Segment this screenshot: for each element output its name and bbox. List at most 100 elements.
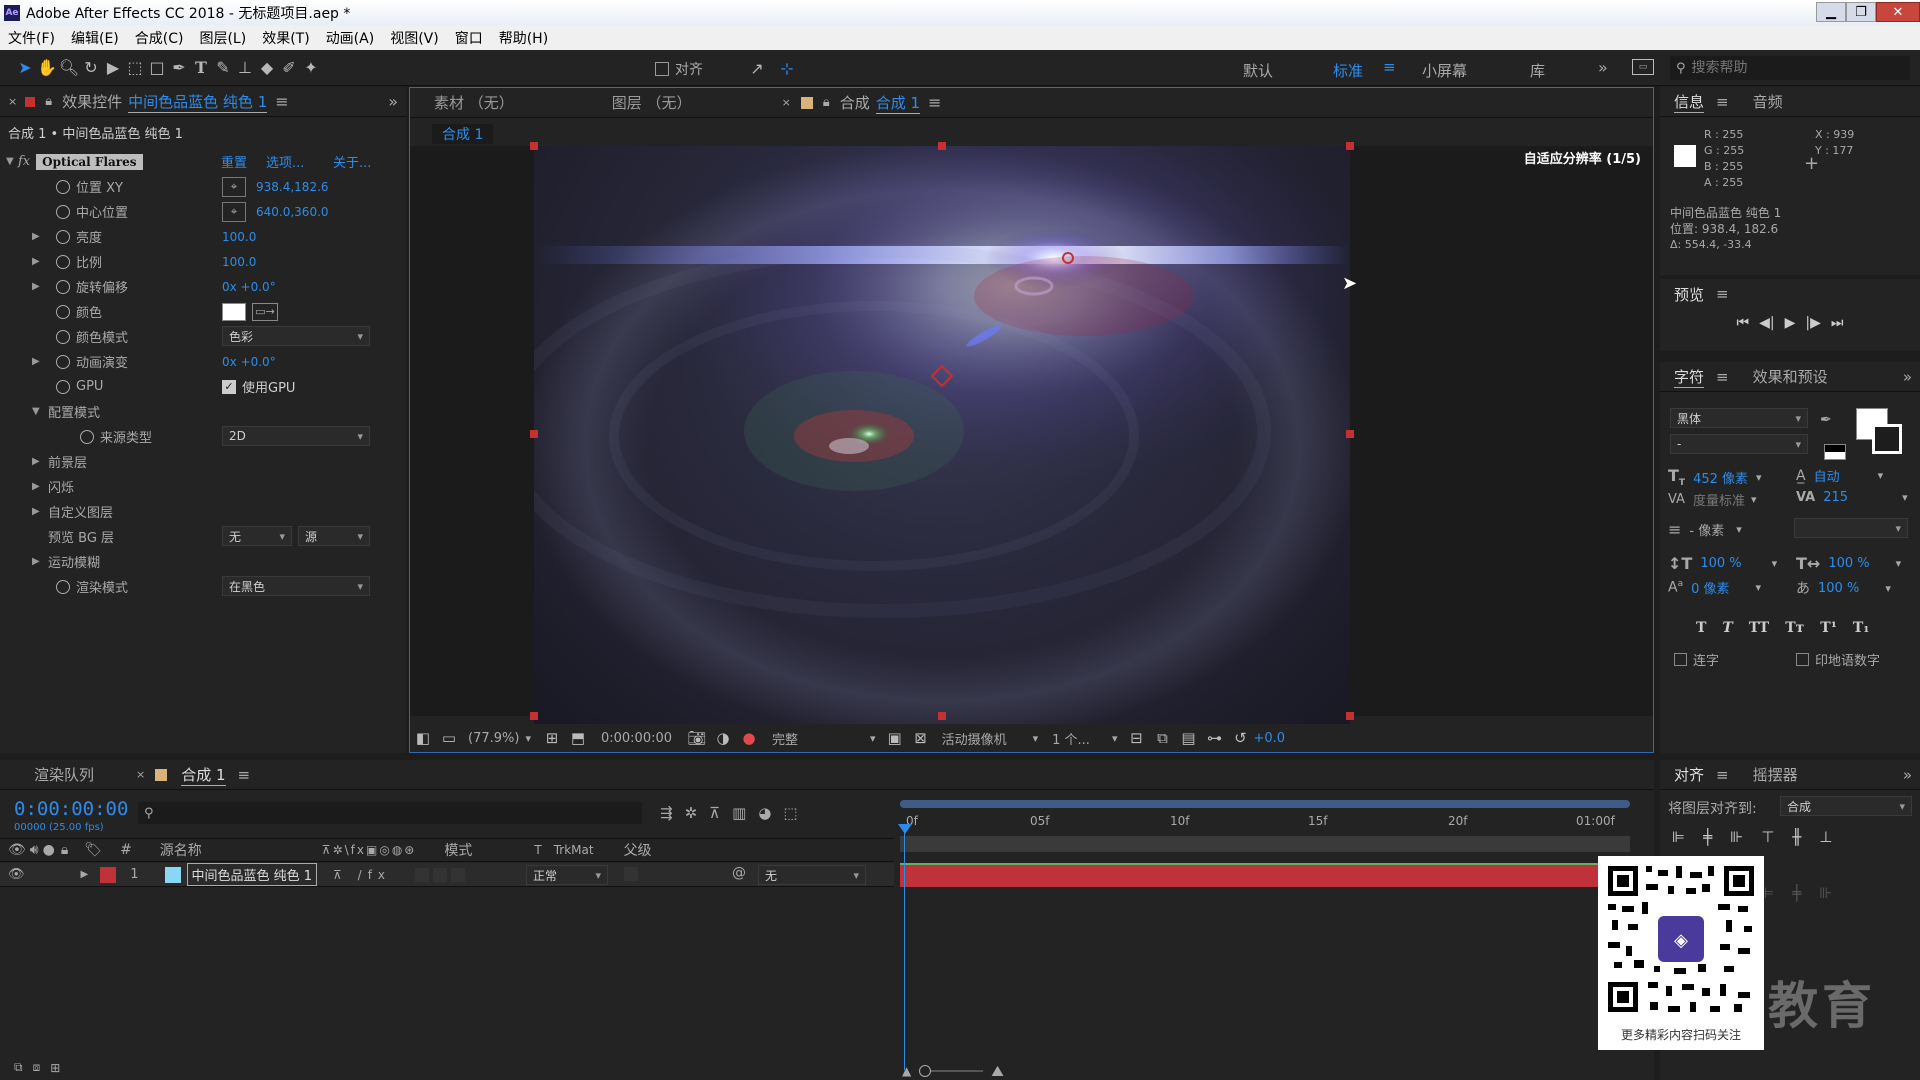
panel-menu-icon[interactable]: ≡: [1716, 93, 1729, 111]
region-of-interest-icon[interactable]: ▣: [882, 727, 908, 749]
draft-3d-icon[interactable]: ✲: [685, 804, 698, 822]
layer-switches-toggle-icon[interactable]: ⧉: [14, 1060, 23, 1075]
source-type-dropdown[interactable]: 2D: [222, 426, 370, 446]
crosshair-icon[interactable]: ⌖: [222, 176, 246, 197]
preserve-transparency-toggle[interactable]: [624, 867, 638, 881]
position-xy-value[interactable]: 938.4,182.6: [256, 180, 329, 194]
stopwatch-icon[interactable]: [56, 379, 70, 394]
font-style-dropdown[interactable]: -: [1670, 434, 1808, 454]
tab-wiggler[interactable]: 摇摆器: [1753, 764, 1798, 785]
zoom-chevron-icon[interactable]: ▾: [525, 732, 531, 745]
close-tab-icon[interactable]: ×: [782, 96, 791, 109]
selection-tool-icon[interactable]: ➤: [14, 56, 36, 78]
crosshair-icon[interactable]: ⌖: [222, 201, 246, 222]
help-search-input[interactable]: [1691, 60, 1892, 76]
effect-name[interactable]: Optical Flares: [36, 153, 143, 170]
faux-bold-button[interactable]: T: [1696, 620, 1706, 636]
panel-menu-icon[interactable]: ≡: [275, 92, 288, 111]
fast-preview-icon[interactable]: ⧉: [1149, 727, 1175, 749]
graph-editor-icon[interactable]: ⬚: [783, 804, 797, 822]
distribute-right-icon[interactable]: ⊪: [1819, 884, 1832, 902]
hindi-digits-checkbox[interactable]: [1796, 653, 1809, 666]
timeline-graph-area[interactable]: 0f 05f 10f 15f 20f 01:00f: [898, 800, 1630, 1080]
leading-chevron-icon[interactable]: ▾: [1878, 469, 1884, 482]
work-area-range[interactable]: [900, 800, 1630, 808]
vertical-scale-value[interactable]: 100 %: [1700, 556, 1741, 571]
snapping-icon[interactable]: ⊹: [776, 57, 798, 79]
camera-chevron-icon[interactable]: ▾: [1033, 732, 1039, 745]
menu-window[interactable]: 窗口: [455, 28, 483, 48]
preview-bg-source-dropdown[interactable]: 源: [298, 526, 370, 546]
stopwatch-icon[interactable]: [56, 254, 70, 269]
composition-canvas[interactable]: [534, 146, 1350, 724]
effect-controls-tab[interactable]: 效果控件: [62, 91, 122, 112]
puppet-pin-tool-icon[interactable]: ✦: [300, 56, 322, 78]
stopwatch-icon[interactable]: [56, 279, 70, 294]
horizontal-scale-value[interactable]: 100 %: [1828, 556, 1869, 571]
zoom-slider-thumb[interactable]: [919, 1065, 932, 1077]
subscript-button[interactable]: T₁: [1853, 620, 1870, 636]
views-chevron-icon[interactable]: ▾: [1112, 732, 1118, 745]
layer-handle-br[interactable]: [1346, 712, 1354, 720]
eyedropper-icon[interactable]: ▭→: [252, 302, 278, 321]
previous-frame-icon[interactable]: ◀|: [1759, 315, 1774, 331]
stopwatch-icon[interactable]: [56, 579, 70, 594]
type-tool-icon[interactable]: T: [190, 56, 212, 78]
stopwatch-icon[interactable]: [56, 329, 70, 344]
in-out-toggle-icon[interactable]: ⊞: [50, 1061, 60, 1075]
transfer-controls-toggle-icon[interactable]: ⧈: [33, 1060, 41, 1075]
layer-mode-dropdown[interactable]: 正常: [526, 865, 608, 885]
align-right-icon[interactable]: ⊪: [1730, 828, 1743, 846]
panel-lock-icon[interactable]: 🔒︎: [823, 95, 830, 110]
motion-blur-icon[interactable]: ◕: [758, 804, 771, 822]
ligatures-checkbox[interactable]: [1674, 653, 1687, 666]
workspace-menu-icon[interactable]: ≡: [1383, 58, 1396, 76]
comp-mini-flowchart-icon[interactable]: ⇶: [660, 804, 673, 822]
panel-menu-icon[interactable]: ≡: [928, 93, 941, 112]
menu-help[interactable]: 帮助(H): [499, 28, 548, 48]
position-xy-crosshair-icon[interactable]: [1062, 252, 1074, 264]
effect-options-link[interactable]: 选项...: [266, 152, 304, 171]
viewer-timecode[interactable]: 0:00:00:00: [601, 731, 672, 746]
time-ruler[interactable]: 0f 05f 10f 15f 20f 01:00f: [900, 810, 1630, 834]
small-caps-button[interactable]: Tт: [1785, 620, 1804, 636]
expand-triangle-icon[interactable]: ▶: [32, 481, 44, 492]
transparency-grid-icon[interactable]: ⊠: [908, 727, 934, 749]
shy-layers-icon[interactable]: ⊼: [709, 804, 720, 822]
animation-value[interactable]: 0x +0.0°: [222, 355, 276, 369]
sync-settings-icon[interactable]: ▭: [1632, 59, 1654, 75]
hindi-digits-option[interactable]: 印地语数字: [1796, 650, 1880, 669]
fx-icon[interactable]: fx: [18, 154, 30, 169]
expand-panel-icon[interactable]: »: [388, 92, 398, 111]
scale-value[interactable]: 100.0: [222, 255, 256, 269]
tab-footage[interactable]: 素材 （无）: [420, 88, 528, 117]
menu-effect[interactable]: 效果(T): [262, 28, 309, 48]
layer-duration-bar[interactable]: [900, 863, 1630, 887]
camera-dropdown[interactable]: 活动摄像机: [942, 729, 1007, 748]
menu-file[interactable]: 文件(F): [8, 28, 55, 48]
expand-triangle-icon[interactable]: ▶: [32, 456, 44, 467]
expand-triangle-icon[interactable]: ▶: [32, 256, 44, 267]
reset-exposure-icon[interactable]: ↺: [1227, 727, 1253, 749]
layer-search[interactable]: ⚲: [138, 802, 642, 824]
more-workspaces-icon[interactable]: »: [1598, 58, 1608, 77]
tab-character[interactable]: 字符: [1674, 366, 1705, 388]
expand-panel-icon[interactable]: »: [1903, 766, 1912, 784]
eyedropper-icon[interactable]: ✒: [1820, 412, 1832, 428]
viewer-canvas-area[interactable]: 自适应分辨率 (1/5) ➤: [410, 142, 1653, 724]
mode-header[interactable]: 模式: [444, 840, 472, 860]
stopwatch-icon[interactable]: [56, 354, 70, 369]
color-channels-icon[interactable]: ●: [736, 727, 762, 749]
all-caps-button[interactable]: TT: [1749, 620, 1769, 636]
menu-composition[interactable]: 合成(C): [135, 28, 184, 48]
tab-info[interactable]: 信息: [1674, 91, 1705, 113]
zoom-slider[interactable]: ▲ ⛰: [902, 1062, 1004, 1080]
pen-tool-icon[interactable]: ✒: [168, 56, 190, 78]
tsume-chevron-icon[interactable]: ▾: [1885, 582, 1891, 595]
work-area-bar[interactable]: [900, 800, 1630, 808]
brush-tool-icon[interactable]: ✎: [212, 56, 234, 78]
preview-bg-layer-dropdown[interactable]: 无: [222, 526, 292, 546]
trkmat-header[interactable]: TrkMat: [554, 843, 594, 857]
expand-triangle-icon[interactable]: ▶: [32, 556, 44, 567]
timeline-icon[interactable]: ▤: [1175, 727, 1201, 749]
